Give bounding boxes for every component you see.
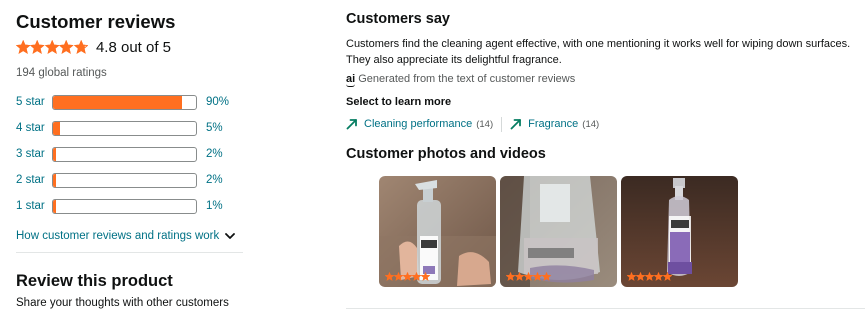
section-divider [16, 252, 243, 253]
star-icon [533, 272, 542, 281]
star-icon [16, 40, 31, 54]
histogram-label[interactable]: 3 star [16, 148, 52, 160]
section-divider [346, 308, 865, 309]
photo-rating-stars [506, 272, 551, 281]
histogram-row-1[interactable]: 1 star 1% [16, 193, 244, 219]
star-icon [412, 272, 421, 281]
customers-say-section: Customers say Customers find the cleanin… [346, 10, 856, 132]
select-to-learn-label: Select to learn more [346, 96, 452, 108]
histogram-row-4[interactable]: 4 star 5% [16, 115, 244, 141]
histogram-row-5[interactable]: 5 star 90% [16, 89, 244, 115]
review-product-heading: Review this product [16, 272, 173, 290]
histogram-bar[interactable] [52, 120, 197, 136]
star-icon [403, 272, 412, 281]
customer-photo-3[interactable] [621, 176, 738, 287]
aspect-label[interactable]: Cleaning performance [364, 118, 472, 130]
customers-say-summary: Customers find the cleaning agent effect… [346, 38, 851, 66]
histogram-fill [53, 147, 56, 161]
star-icon [636, 272, 645, 281]
histogram-fill [53, 173, 56, 187]
histogram-label[interactable]: 4 star [16, 122, 52, 134]
customer-photos-carousel [379, 176, 738, 287]
histogram-bar[interactable] [52, 146, 197, 162]
star-icon [394, 272, 403, 281]
how-reviews-work-link[interactable]: How customer reviews and ratings work [16, 227, 244, 245]
photo-thumbnail [621, 176, 738, 287]
histogram-bar[interactable] [52, 94, 197, 110]
histogram-bar[interactable] [52, 198, 197, 214]
star-icon [663, 272, 672, 281]
reviews-heading: Customer reviews [16, 11, 176, 32]
star-icon [515, 272, 524, 281]
aspect-count: (14) [476, 118, 494, 130]
ai-note-text: Generated from the text of customer revi… [358, 73, 576, 85]
ai-badge-icon: ai [346, 72, 356, 87]
histogram-row-3[interactable]: 3 star 2% [16, 141, 244, 167]
star-icon [542, 272, 551, 281]
histogram-fill [53, 95, 182, 109]
photo-thumbnail [379, 176, 496, 287]
average-rating[interactable]: 4.8 out of 5 [16, 37, 244, 57]
star-icon [44, 40, 60, 54]
global-ratings-count: 194 global ratings [16, 67, 107, 79]
review-aspects: Cleaning performance (14) Fragrance (14) [346, 116, 856, 132]
histogram-fill [53, 199, 56, 213]
aspect-divider [501, 116, 503, 132]
customers-say-heading: Customers say [346, 11, 450, 27]
histogram-percent[interactable]: 5% [206, 122, 223, 134]
histogram-percent[interactable]: 1% [206, 200, 223, 212]
rating-text: 4.8 out of 5 [95, 38, 172, 56]
photo-thumbnail [500, 176, 617, 287]
histogram-row-2[interactable]: 2 star 2% [16, 167, 244, 193]
rating-histogram: 5 star 90% 4 star 5% 3 star 2% 2 star 2%… [16, 89, 244, 219]
customer-photo-2[interactable] [500, 176, 617, 287]
star-icon [385, 272, 394, 281]
star-icon [645, 272, 654, 281]
customer-photo-1[interactable] [379, 176, 496, 287]
star-icon [506, 272, 515, 281]
chevron-down-icon[interactable] [225, 232, 236, 240]
aspect-count: (14) [582, 118, 600, 130]
star-icon [73, 40, 88, 54]
trend-up-arrow-icon [346, 119, 357, 130]
histogram-percent[interactable]: 2% [206, 148, 223, 160]
star-icon [421, 272, 430, 281]
photo-rating-stars [627, 272, 672, 281]
histogram-percent[interactable]: 2% [206, 174, 223, 186]
aspect-fragrance[interactable]: Fragrance (14) [510, 118, 599, 130]
histogram-percent[interactable]: 90% [206, 96, 229, 108]
star-icon [59, 40, 74, 54]
how-reviews-work-label[interactable]: How customer reviews and ratings work [16, 230, 219, 242]
star-icon [627, 272, 636, 281]
customer-reviews-summary: Customer reviews 4.8 out of 5 194 global… [16, 10, 244, 245]
histogram-label[interactable]: 2 star [16, 174, 52, 186]
review-product-subtitle: Share your thoughts with other customers [16, 297, 229, 309]
histogram-label[interactable]: 5 star [16, 96, 52, 108]
histogram-fill [53, 121, 61, 135]
aspect-cleaning-performance[interactable]: Cleaning performance (14) [346, 118, 493, 130]
star-icon [654, 272, 663, 281]
ai-generated-note: ai Generated from the text of customer r… [346, 72, 856, 87]
rating-stars [16, 40, 88, 54]
star-icon [30, 40, 45, 54]
aspect-label[interactable]: Fragrance [528, 118, 578, 130]
histogram-bar[interactable] [52, 172, 197, 188]
trend-up-arrow-icon [510, 119, 522, 130]
customer-photos-heading: Customer photos and videos [346, 146, 546, 162]
photo-rating-stars [385, 272, 430, 281]
histogram-label[interactable]: 1 star [16, 200, 52, 212]
star-icon [524, 272, 533, 281]
